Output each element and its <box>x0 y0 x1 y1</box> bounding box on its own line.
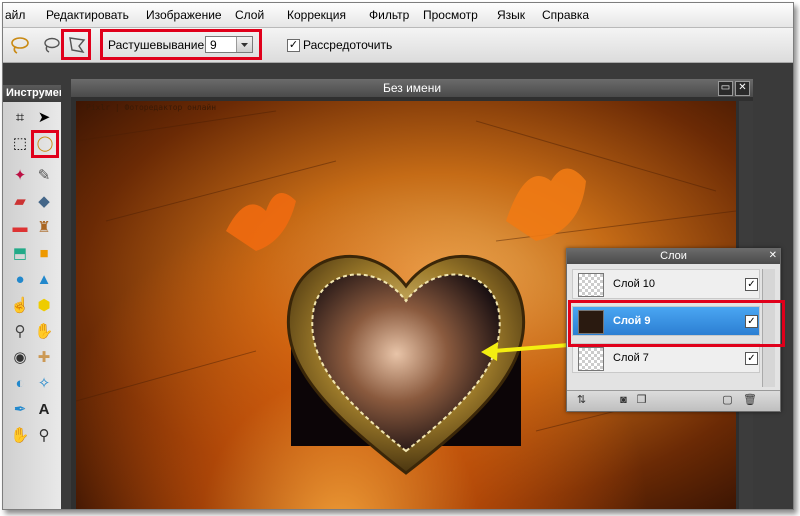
menu-language[interactable]: Язык <box>497 8 525 22</box>
shape-icon[interactable]: ■ <box>33 243 55 265</box>
menu-adjust[interactable]: Коррекция <box>287 8 346 22</box>
maximize-icon[interactable]: ▭ <box>718 81 733 96</box>
app-window: айл Редактировать Изображение Слой Корре… <box>2 2 794 510</box>
text-tool-icon[interactable]: A <box>33 399 55 421</box>
menu-edit[interactable]: Редактировать <box>46 8 129 22</box>
stamp-icon[interactable]: ♜ <box>33 217 55 239</box>
menu-layer[interactable]: Слой <box>235 8 264 22</box>
feather-label: Растушевывание: <box>108 38 208 52</box>
gradient-icon[interactable]: ⬒ <box>9 243 31 265</box>
tools-panel: Инструменты ⌗ ➤ ⬚ ◯ ✦ ✎ ▰ ◆ ▬ ♜ ⬒ ■ ● ▲ … <box>3 85 61 509</box>
polygon-lasso-icon[interactable] <box>65 33 89 57</box>
burn-icon[interactable]: ✋ <box>33 321 55 343</box>
lasso-tool-icon[interactable]: ◯ <box>34 133 56 155</box>
layer-visibility-checkbox[interactable]: ✓ <box>745 352 758 365</box>
layer-visibility-checkbox[interactable]: ✓ <box>745 278 758 291</box>
sponge-icon[interactable]: ⬢ <box>33 295 55 317</box>
new-layer-icon[interactable]: ▢ <box>721 394 734 407</box>
dropdown-arrow-icon[interactable] <box>236 37 252 52</box>
pinch-icon[interactable]: ✧ <box>33 373 55 395</box>
wand-icon[interactable]: ✦ <box>9 165 31 187</box>
layers-close-icon[interactable]: ✕ <box>769 250 777 261</box>
spot-heal-icon[interactable]: ✚ <box>33 347 55 369</box>
layers-footer: ⇅ ◙ ❒ ▢ 🗑 <box>567 390 780 411</box>
layer-settings-icon[interactable]: ⇅ <box>575 394 588 407</box>
feather-select[interactable]: 9 <box>205 36 253 53</box>
bucket-icon[interactable]: ◆ <box>33 191 55 213</box>
marquee-icon[interactable]: ⬚ <box>9 133 31 155</box>
layer-row[interactable]: Слой 7 ✓ <box>572 343 760 373</box>
drop-icon[interactable]: ● <box>9 269 31 291</box>
hand-icon[interactable]: ✋ <box>9 425 31 447</box>
layer-name: Слой 7 <box>613 352 649 364</box>
tools-panel-title: Инструменты <box>3 85 61 102</box>
dodge-icon[interactable]: ⚲ <box>9 321 31 343</box>
lasso-mode-icon[interactable] <box>7 33 31 57</box>
options-bar: Растушевывание: 9 ✓ Рассредоточить <box>3 28 793 63</box>
spread-checkbox[interactable]: ✓ <box>287 39 300 52</box>
layer-row[interactable]: Слой 10 ✓ <box>572 269 760 299</box>
menu-file[interactable]: айл <box>5 8 25 22</box>
trash-icon[interactable]: 🗑 <box>743 394 757 407</box>
bloat-icon[interactable]: ◐ <box>9 373 31 395</box>
smudge-icon[interactable]: ☝ <box>9 295 31 317</box>
menu-help[interactable]: Справка <box>542 8 589 22</box>
layers-title: Слои <box>567 249 780 264</box>
eraser-icon[interactable]: ▬ <box>9 217 31 239</box>
layer-mask-icon[interactable]: ◙ <box>617 394 630 407</box>
close-icon[interactable]: ✕ <box>735 81 750 96</box>
spread-label: Рассредоточить <box>303 38 393 52</box>
layer-thumbnail <box>578 273 604 297</box>
brush-icon[interactable]: ▰ <box>9 191 31 213</box>
layer-thumbnail <box>578 347 604 371</box>
selected-layer-highlight <box>568 300 785 347</box>
freehand-lasso-icon[interactable] <box>39 33 63 57</box>
sharpen-icon[interactable]: ▲ <box>33 269 55 291</box>
menu-filter[interactable]: Фильтр <box>369 8 409 22</box>
eyedropper-icon[interactable]: ✒ <box>9 399 31 421</box>
zoom-icon[interactable]: ⚲ <box>33 425 55 447</box>
menu-view[interactable]: Просмотр <box>423 8 478 22</box>
move-icon[interactable]: ➤ <box>33 107 55 129</box>
crop-icon[interactable]: ⌗ <box>9 107 31 129</box>
layer-style-icon[interactable]: ❒ <box>635 394 648 407</box>
document-title: Без имени <box>71 79 753 97</box>
layer-name: Слой 10 <box>613 278 656 290</box>
redeye-icon[interactable]: ◉ <box>9 347 31 369</box>
menu-bar: айл Редактировать Изображение Слой Корре… <box>3 3 793 28</box>
feather-value: 9 <box>210 38 217 52</box>
menu-image[interactable]: Изображение <box>146 8 222 22</box>
pencil-icon[interactable]: ✎ <box>33 165 55 187</box>
